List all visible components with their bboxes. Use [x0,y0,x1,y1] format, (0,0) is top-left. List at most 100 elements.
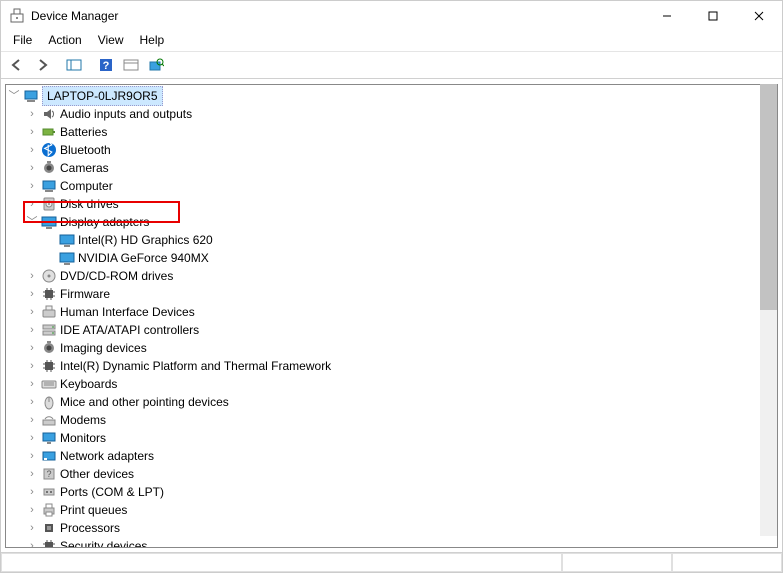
menu-view[interactable]: View [90,31,132,51]
chevron-right-icon[interactable]: › [24,393,40,411]
tree-item-label: Network adapters [60,447,160,465]
optical-icon [40,268,58,284]
help-button[interactable]: ? [94,53,118,77]
tree-device-nvidia-geforce-940mx[interactable]: NVIDIA GeForce 940MX [6,249,777,267]
device-tree[interactable]: ﹀ LAPTOP-0LJR9OR5›Audio inputs and output… [5,84,778,548]
tree-category-computer[interactable]: ›Computer [6,177,777,195]
chevron-right-icon[interactable]: › [24,195,40,213]
maximize-button[interactable] [690,1,736,31]
tree-item-label: Firmware [60,285,116,303]
chevron-right-icon[interactable]: › [24,141,40,159]
titlebar: Device Manager [1,1,782,31]
chevron-right-icon[interactable]: › [24,483,40,501]
scrollbar-thumb[interactable] [760,84,777,310]
tree-category-modems[interactable]: ›Modems [6,411,777,429]
back-button[interactable] [5,53,29,77]
menubar: File Action View Help [1,31,782,51]
tree-category-intel-r-dynamic-platform-and-thermal-framework[interactable]: ›Intel(R) Dynamic Platform and Thermal F… [6,357,777,375]
chevron-down-icon[interactable]: ﹀ [6,87,22,105]
computer-icon [22,88,40,104]
chevron-right-icon[interactable]: › [24,159,40,177]
tree-category-firmware[interactable]: › Firmware [6,285,777,303]
tree-category-print-queues[interactable]: ›Print queues [6,501,777,519]
scan-hardware-button[interactable] [144,53,168,77]
camera-icon [40,160,58,176]
tree-category-processors[interactable]: › Processors [6,519,777,537]
monitor-icon [40,430,58,446]
tree-category-network-adapters[interactable]: › Network adapters [6,447,777,465]
chevron-right-icon[interactable]: › [24,465,40,483]
keyboard-icon [40,376,58,392]
chevron-right-icon[interactable]: › [24,519,40,537]
tree-item-label: NVIDIA GeForce 940MX [78,249,215,267]
display-icon [40,214,58,230]
chip-icon [40,358,58,374]
show-hide-console-button[interactable] [62,53,86,77]
tree-category-other-devices[interactable]: ›? Other devices [6,465,777,483]
toolbar: ? [1,51,782,79]
tree-root[interactable]: ﹀ LAPTOP-0LJR9OR5 [6,87,777,105]
tree-item-label: Disk drives [60,195,125,213]
svg-text:?: ? [46,469,51,479]
properties-button[interactable] [119,53,143,77]
tree-category-batteries[interactable]: › Batteries [6,123,777,141]
tree-category-human-interface-devices[interactable]: › Human Interface Devices [6,303,777,321]
tree-item-label: Intel(R) HD Graphics 620 [78,231,219,249]
chevron-right-icon[interactable]: › [24,321,40,339]
chevron-down-icon[interactable]: ﹀ [24,213,40,231]
forward-button[interactable] [30,53,54,77]
chevron-right-icon[interactable]: › [24,123,40,141]
chevron-right-icon[interactable]: › [24,429,40,447]
tree-category-security-devices[interactable]: ›Security devices [6,537,777,548]
tree-item-label: Batteries [60,123,113,141]
tree-category-audio-inputs-and-outputs[interactable]: ›Audio inputs and outputs [6,105,777,123]
tree-item-label: Ports (COM & LPT) [60,483,170,501]
tree-item-label: DVD/CD-ROM drives [60,267,179,285]
minimize-button[interactable] [644,1,690,31]
tree-category-display-adapters[interactable]: ﹀ Display adapters [6,213,777,231]
tree-category-cameras[interactable]: ›Cameras [6,159,777,177]
chevron-right-icon[interactable]: › [24,285,40,303]
menu-help[interactable]: Help [132,31,173,51]
tree-category-disk-drives[interactable]: › Disk drives [6,195,777,213]
menu-action[interactable]: Action [40,31,89,51]
chevron-right-icon[interactable]: › [24,537,40,548]
chevron-right-icon[interactable]: › [24,177,40,195]
vertical-scrollbar[interactable] [760,84,777,536]
chevron-right-icon[interactable]: › [24,411,40,429]
chevron-right-icon[interactable]: › [24,303,40,321]
tree-item-label: Bluetooth [60,141,117,159]
tree-category-mice-and-other-pointing-devices[interactable]: ›Mice and other pointing devices [6,393,777,411]
tree-item-label: Monitors [60,429,112,447]
cpu-icon [40,520,58,536]
tree-item-label: Other devices [60,465,140,483]
tree-item-label: Human Interface Devices [60,303,201,321]
menu-file[interactable]: File [5,31,40,51]
hid-icon [40,304,58,320]
tree-category-dvd-cd-rom-drives[interactable]: › DVD/CD-ROM drives [6,267,777,285]
tree-item-label: Display adapters [60,213,155,231]
tree-category-monitors[interactable]: › Monitors [6,429,777,447]
tree-category-ports-com-lpt-[interactable]: › Ports (COM & LPT) [6,483,777,501]
tree-category-ide-ata-atapi-controllers[interactable]: ›IDE ATA/ATAPI controllers [6,321,777,339]
tree-item-label: LAPTOP-0LJR9OR5 [42,86,163,106]
chevron-right-icon[interactable]: › [24,105,40,123]
tree-category-bluetooth[interactable]: › Bluetooth [6,141,777,159]
tree-item-label: Processors [60,519,126,537]
tree-device-intel-r-hd-graphics-620[interactable]: Intel(R) HD Graphics 620 [6,231,777,249]
chevron-right-icon[interactable]: › [24,375,40,393]
chip-icon [40,538,58,548]
tree-category-keyboards[interactable]: ›Keyboards [6,375,777,393]
chevron-right-icon[interactable]: › [24,357,40,375]
chevron-right-icon[interactable]: › [24,267,40,285]
tree-category-imaging-devices[interactable]: ›Imaging devices [6,339,777,357]
chevron-right-icon[interactable]: › [24,339,40,357]
modem-icon [40,412,58,428]
chevron-right-icon[interactable]: › [24,447,40,465]
computer-icon [40,178,58,194]
chevron-right-icon[interactable]: › [24,501,40,519]
display-icon [58,250,76,266]
mouse-icon [40,394,58,410]
close-button[interactable] [736,1,782,31]
bluetooth-icon [40,142,58,158]
